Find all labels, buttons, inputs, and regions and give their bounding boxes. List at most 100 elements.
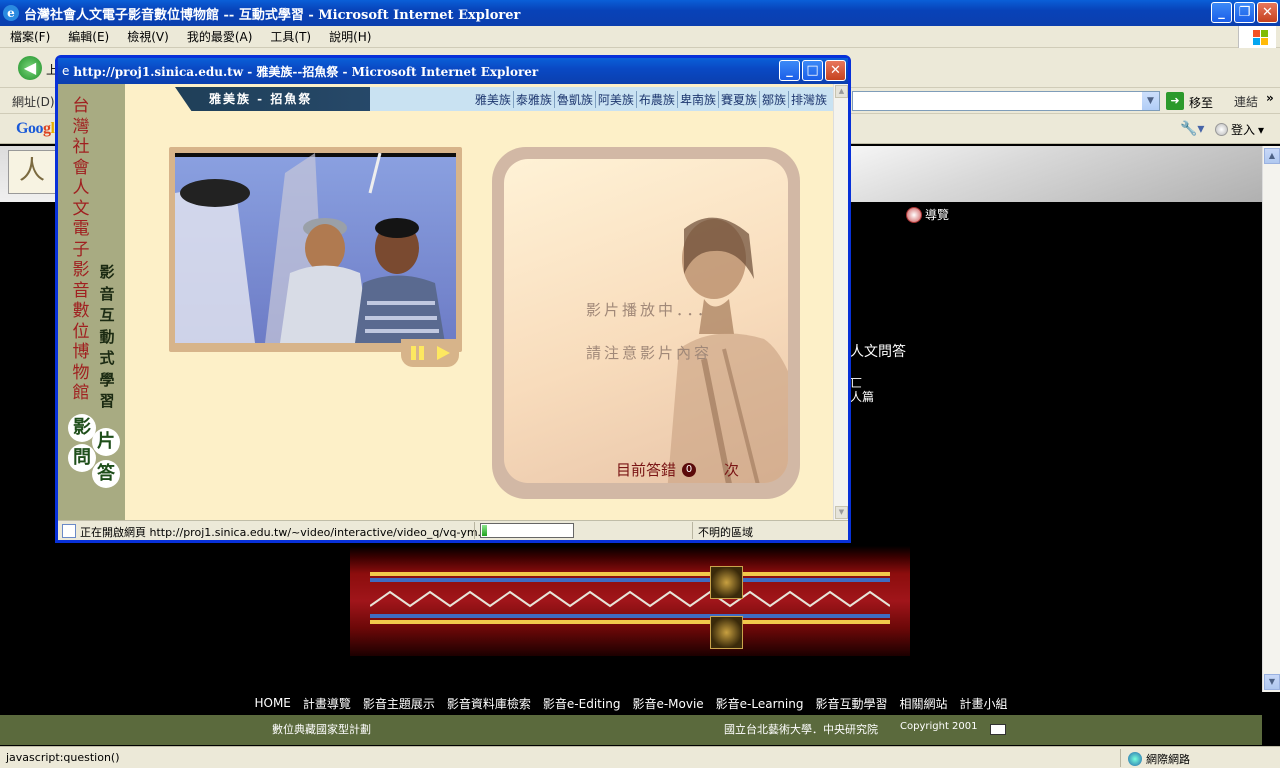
- restore-button[interactable]: ❐: [1234, 2, 1255, 23]
- windows-flag-icon: [1238, 26, 1276, 48]
- tribe-link-yami[interactable]: 雅美族: [473, 91, 513, 108]
- user-circle-icon: [1215, 123, 1228, 136]
- footer-link-movie[interactable]: 影音e-Movie: [632, 695, 703, 712]
- tribe-link-saisiyat[interactable]: 賽夏族: [717, 90, 759, 108]
- loading-progress-bar: [480, 523, 574, 538]
- zone-label: 不明的區域: [698, 526, 753, 539]
- status-divider: [692, 522, 693, 539]
- security-zone: 網際網路: [1128, 751, 1190, 767]
- tribal-elder-photo: [667, 217, 788, 483]
- footer-copyright: Copyright 2001: [900, 721, 978, 732]
- times-label: 次: [724, 461, 740, 479]
- login-button[interactable]: 登入 ▾: [1215, 121, 1264, 138]
- footer-link-database[interactable]: 影音資料庫檢索: [447, 695, 531, 712]
- side-link-people[interactable]: 人篇: [850, 388, 874, 405]
- footer-link-team[interactable]: 計畫小組: [960, 695, 1008, 712]
- humanities-qa-link[interactable]: 人文問答: [850, 341, 906, 361]
- footer-institutions: 國立台北藝術大學．中央研究院: [724, 723, 878, 736]
- menu-tools[interactable]: 工具(T): [270, 28, 311, 45]
- tribe-link-rukai[interactable]: 魯凱族: [553, 90, 595, 108]
- pattern-tile-icon[interactable]: [710, 566, 743, 599]
- guide-link[interactable]: 導覽: [906, 206, 949, 223]
- popup-status-bar: 正在開啟網頁 http://proj1.sinica.edu.tw/~video…: [58, 520, 848, 540]
- window-title: 台灣社會人文電子影音數位博物館 -- 互動式學習 - Microsoft Int…: [24, 7, 521, 23]
- header-decoration: [780, 146, 1262, 202]
- wrong-label: 目前答錯: [616, 461, 677, 479]
- popup-content: 台灣社會人文電子影音數位博物館 影音互動式學習 影 片 問 答 雅美族 - 招魚…: [58, 84, 848, 520]
- loading-status-text: 正在開啟網頁 http://proj1.sinica.edu.tw/~video…: [80, 526, 517, 539]
- tribe-link-atayal[interactable]: 泰雅族: [512, 90, 554, 108]
- footer-link-guide[interactable]: 計畫導覽: [303, 695, 351, 712]
- status-divider: [474, 522, 475, 539]
- banner-stripe: [370, 614, 890, 618]
- wrench-icon[interactable]: 🔧▾: [1180, 121, 1204, 137]
- tribe-nav: 雅美族 泰雅族 魯凱族 阿美族 布農族 卑南族 賽夏族 鄒族 排灣族: [370, 87, 833, 111]
- main-title-bar[interactable]: e 台灣社會人文電子影音數位博物館 -- 互動式學習 - Microsoft I…: [0, 0, 1280, 26]
- museum-sidebar: 台灣社會人文電子影音數位博物館 影音互動式學習 影 片 問 答: [58, 84, 125, 520]
- menu-favorites[interactable]: 我的最愛(A): [187, 28, 253, 45]
- go-arrow-icon[interactable]: ➜: [1166, 92, 1184, 110]
- links-button[interactable]: 連結: [1234, 93, 1258, 110]
- footer-link-interactive[interactable]: 影音互動學習: [815, 695, 887, 712]
- scroll-up-icon[interactable]: ▲: [835, 85, 848, 98]
- links-chevron-icon[interactable]: »: [1266, 91, 1274, 105]
- popup-window: e http://proj1.sinica.edu.tw - 雅美族--招魚祭 …: [55, 55, 851, 543]
- tribe-link-amis[interactable]: 阿美族: [594, 90, 636, 108]
- tribe-link-puyuma[interactable]: 卑南族: [676, 90, 718, 108]
- footer-link-learning[interactable]: 影音e-Learning: [716, 695, 804, 712]
- page-icon: [62, 524, 76, 538]
- popup-scrollbar[interactable]: ▲ ▼: [833, 84, 848, 520]
- aboriginal-pattern-banner: [350, 546, 910, 656]
- footer-link-related[interactable]: 相關網站: [900, 695, 948, 712]
- scroll-up-icon[interactable]: ▲: [1264, 148, 1280, 164]
- video-frame[interactable]: [175, 153, 456, 343]
- video-qa-badge: 影 片 問 答: [68, 414, 120, 492]
- footer-project-name: 數位典藏國家型計劃: [272, 723, 371, 736]
- address-label: 網址(D): [12, 95, 55, 109]
- page-scrollbar[interactable]: ▲ ▼: [1262, 146, 1280, 692]
- main-status-bar: javascript:question() 網際網路: [0, 746, 1280, 768]
- video-still: [175, 153, 456, 343]
- popup-title-bar[interactable]: e http://proj1.sinica.edu.tw - 雅美族--招魚祭 …: [58, 58, 848, 84]
- menu-file[interactable]: 檔案(F): [10, 28, 50, 45]
- ie-icon: e: [62, 64, 70, 78]
- current-topic-tab: 雅美族 - 招魚祭: [175, 87, 380, 111]
- back-arrow-icon[interactable]: ◀: [18, 56, 42, 80]
- scroll-down-icon[interactable]: ▼: [835, 506, 848, 519]
- minimize-button[interactable]: _: [1211, 2, 1232, 23]
- chevron-down-icon[interactable]: ▼: [1142, 92, 1159, 110]
- question-panel-inner: 影片播放中．．． 請注意影片內容 目前答錯 0 次: [504, 159, 788, 483]
- site-logo[interactable]: 人文: [8, 150, 56, 194]
- mail-icon[interactable]: [990, 724, 1006, 735]
- progress-fill: [482, 525, 487, 536]
- video-player: [169, 147, 462, 367]
- footer-link-home[interactable]: HOME: [254, 696, 290, 710]
- banner-stripe: [370, 620, 890, 624]
- guide-label: 導覽: [925, 208, 950, 222]
- minimize-button[interactable]: _: [779, 60, 800, 81]
- scroll-down-icon[interactable]: ▼: [1264, 674, 1280, 690]
- globe-icon: [1128, 752, 1142, 766]
- menu-edit[interactable]: 編輯(E): [68, 28, 109, 45]
- pattern-tile-icon[interactable]: [710, 616, 743, 649]
- close-button[interactable]: ✕: [1257, 2, 1278, 23]
- go-button[interactable]: 移至: [1189, 94, 1213, 111]
- pause-icon[interactable]: [410, 346, 425, 360]
- tribe-link-paiwan[interactable]: 排灣族: [787, 90, 829, 108]
- footer-link-editing[interactable]: 影音e-Editing: [543, 695, 621, 712]
- ie-icon: e: [3, 5, 19, 21]
- address-input[interactable]: ▼: [852, 91, 1160, 111]
- tribe-link-bunun[interactable]: 布農族: [635, 90, 677, 108]
- play-icon[interactable]: [436, 346, 450, 360]
- banner-stripe: [370, 572, 890, 576]
- menu-view[interactable]: 檢視(V): [127, 28, 169, 45]
- tribe-link-tsou[interactable]: 鄒族: [758, 90, 788, 108]
- footer-link-theme[interactable]: 影音主題展示: [363, 695, 435, 712]
- guide-icon: [906, 206, 922, 223]
- menu-bar: 檔案(F) 編輯(E) 檢視(V) 我的最愛(A) 工具(T) 說明(H): [0, 26, 1280, 48]
- video-controls: [401, 339, 459, 367]
- close-button[interactable]: ✕: [825, 60, 846, 81]
- menu-help[interactable]: 說明(H): [329, 28, 371, 45]
- wrong-answer-counter: 目前答錯 0 次: [616, 459, 739, 480]
- maximize-button[interactable]: □: [802, 60, 823, 81]
